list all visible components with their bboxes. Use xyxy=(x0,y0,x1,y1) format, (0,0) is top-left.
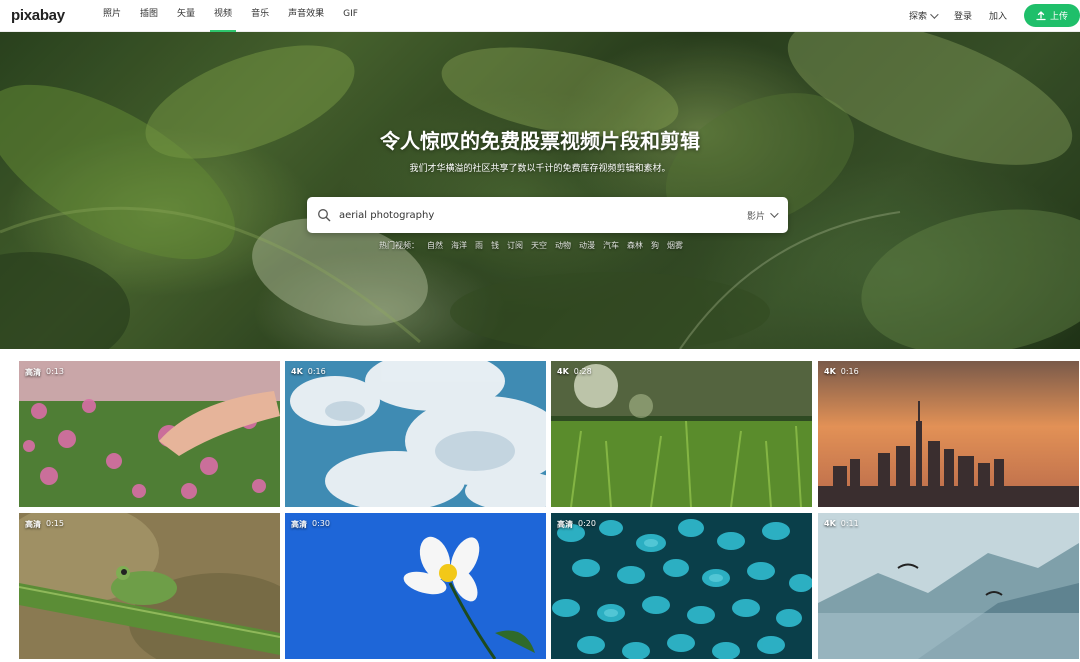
video-card[interactable]: 高清 0:13 xyxy=(19,361,280,507)
video-thumbnail xyxy=(551,361,812,507)
video-card[interactable]: 4K 0:28 xyxy=(551,361,812,507)
trending-tag[interactable]: 海洋 xyxy=(451,240,467,251)
nav-link-sound-effects[interactable]: 声音效果 xyxy=(288,0,324,32)
hero-banner: 令人惊叹的免费股票视频片段和剪辑 我们才华横溢的社区共享了数以千计的免费库存视频… xyxy=(0,32,1080,349)
search-bar: 影片 xyxy=(307,197,788,233)
video-meta: 高清 0:15 xyxy=(25,519,64,530)
video-thumbnail xyxy=(285,361,546,507)
upload-icon xyxy=(1036,10,1046,20)
trending-tag[interactable]: 自然 xyxy=(427,240,443,251)
pixabay-logo[interactable]: pixabay xyxy=(11,7,103,24)
duration-label: 0:15 xyxy=(46,519,64,528)
nav-link-vectors[interactable]: 矢量 xyxy=(177,0,195,32)
search-input[interactable] xyxy=(339,200,719,230)
search-type-label: 影片 xyxy=(746,211,765,222)
trending-tag[interactable]: 森林 xyxy=(627,240,643,251)
trending-tag[interactable]: 汽车 xyxy=(603,240,619,251)
nav-link-videos[interactable]: 视频 xyxy=(210,0,237,32)
video-meta: 4K 0:11 xyxy=(824,519,859,528)
video-thumbnail xyxy=(19,361,280,507)
quality-badge: 4K xyxy=(824,367,836,376)
trending-tag[interactable]: 动漫 xyxy=(579,240,595,251)
quality-badge: 4K xyxy=(824,519,836,528)
login-link[interactable]: 登录 xyxy=(954,9,972,22)
chevron-down-icon xyxy=(930,9,939,19)
trending-tag[interactable]: 动物 xyxy=(555,240,571,251)
video-thumbnail xyxy=(818,513,1079,659)
search-type-dropdown[interactable]: 影片 xyxy=(746,209,779,222)
duration-label: 0:30 xyxy=(312,519,330,528)
duration-label: 0:11 xyxy=(840,519,859,528)
media-type-nav: 照片 插图 矢量 视频 音乐 声音效果 GIF xyxy=(103,0,377,32)
duration-label: 0:16 xyxy=(840,367,859,376)
quality-badge: 高清 xyxy=(557,520,573,529)
video-thumbnail xyxy=(19,513,280,659)
video-card[interactable]: 高清 0:30 xyxy=(285,513,546,659)
nav-link-music[interactable]: 音乐 xyxy=(251,0,269,32)
video-meta: 4K 0:16 xyxy=(824,367,859,376)
nav-link-photos[interactable]: 照片 xyxy=(103,0,121,32)
video-meta: 4K 0:28 xyxy=(557,367,592,376)
nav-right-group: 探索 登录 加入 上传 xyxy=(909,0,1080,32)
video-meta: 高清 0:30 xyxy=(291,519,330,530)
explore-menu[interactable]: 探索 xyxy=(908,9,939,22)
duration-label: 0:16 xyxy=(307,367,326,376)
video-thumbnail xyxy=(551,513,812,659)
trending-tag[interactable]: 狗 xyxy=(651,240,659,251)
chevron-down-icon xyxy=(770,209,779,218)
video-card[interactable]: 高清 0:15 xyxy=(19,513,280,659)
hero-background-leaves xyxy=(0,32,1080,349)
hero-subtitle: 我们才华横溢的社区共享了数以千计的免费库存视频剪辑和素材。 xyxy=(409,164,671,174)
hero-title: 令人惊叹的免费股票视频片段和剪辑 xyxy=(380,129,700,153)
quality-badge: 4K xyxy=(557,367,569,376)
duration-label: 0:20 xyxy=(578,519,596,528)
join-link[interactable]: 加入 xyxy=(989,9,1007,22)
trending-tag[interactable]: 烟雾 xyxy=(667,240,683,251)
trending-tag[interactable]: 天空 xyxy=(531,240,547,251)
video-card[interactable]: 4K 0:16 xyxy=(818,361,1079,507)
quality-badge: 高清 xyxy=(25,368,41,377)
nav-link-illustrations[interactable]: 插图 xyxy=(140,0,158,32)
quality-badge: 高清 xyxy=(291,520,307,529)
upload-label: 上传 xyxy=(1049,12,1068,22)
video-card[interactable]: 4K 0:11 xyxy=(818,513,1079,659)
quality-badge: 4K xyxy=(291,367,303,376)
video-card[interactable]: 高清 0:20 xyxy=(551,513,812,659)
trending-tag[interactable]: 雨 xyxy=(475,240,483,251)
video-card[interactable]: 4K 0:16 xyxy=(285,361,546,507)
video-meta: 高清 0:20 xyxy=(557,519,596,530)
quality-badge: 高清 xyxy=(25,520,41,529)
duration-label: 0:28 xyxy=(573,367,592,376)
duration-label: 0:13 xyxy=(46,367,64,376)
trending-videos: 热门视频： 自然 海洋 雨 钱 订阅 天空 动物 动漫 汽车 森林 狗 烟雾 xyxy=(379,240,683,251)
trending-tag[interactable]: 订阅 xyxy=(507,240,523,251)
nav-link-gif[interactable]: GIF xyxy=(343,0,358,32)
video-meta: 高清 0:13 xyxy=(25,367,64,378)
search-icon[interactable] xyxy=(317,208,331,222)
top-navigation-bar: pixabay 照片 插图 矢量 视频 音乐 声音效果 GIF 探索 登录 加入… xyxy=(0,0,1080,32)
trending-label: 热门视频： xyxy=(379,241,419,250)
trending-tag[interactable]: 钱 xyxy=(491,240,499,251)
upload-button[interactable]: 上传 xyxy=(1024,4,1080,27)
video-meta: 4K 0:16 xyxy=(291,367,326,376)
explore-label: 探索 xyxy=(908,12,927,22)
video-thumbnail xyxy=(818,361,1079,507)
video-thumbnail xyxy=(285,513,546,659)
